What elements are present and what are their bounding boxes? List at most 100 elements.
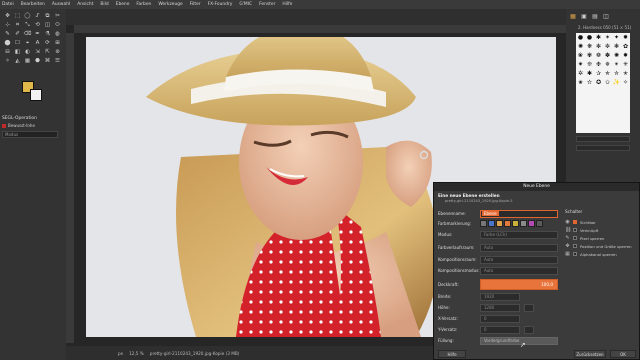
brush-preset-icon[interactable]: ❀ (576, 51, 585, 60)
tool-icon-10[interactable]: ◫ (43, 21, 52, 29)
color-tag-swatch-0[interactable] (480, 220, 487, 227)
mode-select[interactable]: Farbe (LCh) (480, 230, 558, 239)
unit-select[interactable]: px (118, 351, 123, 356)
menu-item-12[interactable]: Hilfe (282, 2, 292, 7)
tool-icon-32[interactable]: ▦ (23, 57, 32, 65)
size-unit-select[interactable] (524, 303, 534, 312)
color-tag-swatch-3[interactable] (504, 220, 511, 227)
color-tag-swatch-7[interactable] (536, 220, 543, 227)
switch-row[interactable]: ✥ Position und Größe sperren (565, 242, 639, 250)
color-tag-swatch-2[interactable] (496, 220, 503, 227)
switch-row[interactable]: ◉ Sichtbar (565, 218, 639, 226)
composite-mode-select[interactable]: Auto (480, 266, 558, 275)
brush-preset-icon[interactable]: ✫ (585, 78, 594, 87)
opacity-slider[interactable]: 100,0 (480, 278, 558, 290)
menu-item-1[interactable]: Bearbeiten (21, 2, 45, 7)
tool-icon-28[interactable]: ⇱ (43, 48, 52, 56)
menu-item-6[interactable]: Farben (136, 2, 151, 7)
brush-preset-icon[interactable]: ✿ (621, 42, 630, 51)
width-input[interactable]: 1920 (480, 292, 520, 301)
brush-preset-icon[interactable]: ✻ (594, 42, 603, 51)
switch-row[interactable]: ⛓ Verknüpft (565, 226, 639, 234)
tool-icon-15[interactable]: ✒ (33, 30, 42, 38)
brush-preset-icon[interactable]: ✾ (585, 51, 594, 60)
zoom-select[interactable]: 12,5 % (129, 351, 144, 356)
dock-tab-icon-0[interactable]: ▦ (569, 12, 577, 20)
tool-icon-26[interactable]: ◐ (23, 48, 32, 56)
switch-checkbox[interactable] (573, 220, 577, 224)
brush-preset-icon[interactable]: ✧ (621, 78, 630, 87)
brush-preset-icon[interactable]: ❊ (585, 60, 594, 69)
brush-preset-icon[interactable]: ✨ (612, 78, 621, 87)
color-tag-swatch-1[interactable] (488, 220, 495, 227)
brush-preset-icon[interactable]: ✮ (612, 69, 621, 78)
color-tag-swatch-4[interactable] (512, 220, 519, 227)
tool-icon-22[interactable]: ⟳ (43, 39, 52, 47)
brush-preset-icon[interactable]: ✴ (612, 60, 621, 69)
brush-preset-icon[interactable]: ✳ (621, 60, 630, 69)
brush-preset-icon[interactable]: ✺ (612, 51, 621, 60)
offset-x-input[interactable]: 0 (480, 314, 520, 323)
brush-preset-icon[interactable]: ✹ (621, 33, 630, 42)
brush-preset-icon[interactable]: ❉ (594, 60, 603, 69)
brush-preset-icon[interactable]: ✦ (612, 33, 621, 42)
brush-spacing-slider[interactable] (576, 136, 630, 142)
brush-preset-icon[interactable]: ✲ (576, 69, 585, 78)
menu-item-4[interactable]: Bild (100, 2, 108, 7)
tool-icon-13[interactable]: ✐ (13, 30, 22, 38)
vertical-ruler[interactable] (66, 33, 74, 343)
menu-item-0[interactable]: Datei (2, 2, 14, 7)
switch-checkbox[interactable] (573, 228, 577, 232)
menu-item-5[interactable]: Ebene (116, 2, 130, 7)
brush-preset-icon[interactable]: ✺ (576, 42, 585, 51)
brush-preset-icon[interactable]: ❋ (585, 42, 594, 51)
color-tag-swatch-5[interactable] (520, 220, 527, 227)
menu-item-2[interactable]: Auswahl (52, 2, 70, 7)
brush-preset-icon[interactable]: ● (576, 33, 585, 42)
tool-icon-27[interactable]: ⇲ (33, 48, 42, 56)
brush-preset-icon[interactable]: ❃ (612, 42, 621, 51)
tool-icon-20[interactable]: ⌖ (23, 39, 32, 47)
tool-icon-25[interactable]: ◧ (13, 48, 22, 56)
switch-row[interactable]: ✎ Pixel sperren (565, 234, 639, 242)
checkbox-box[interactable] (2, 123, 6, 128)
dock-tab-icon-1[interactable]: ▣ (580, 12, 588, 20)
tool-icon-8[interactable]: ⤡ (23, 21, 32, 29)
tool-icon-19[interactable]: ☐ (13, 39, 22, 47)
menu-item-11[interactable]: Fenster (259, 2, 275, 7)
tool-icon-34[interactable]: ⌘ (43, 57, 52, 65)
switch-checkbox[interactable] (573, 252, 577, 256)
brush-preset-icon[interactable]: ❁ (594, 51, 603, 60)
switch-checkbox[interactable] (573, 236, 577, 240)
brush-preset-icon[interactable]: ✪ (594, 78, 603, 87)
tool-icon-4[interactable]: ⧉ (43, 12, 52, 20)
tool-icon-30[interactable]: ✧ (3, 57, 12, 65)
brush-preset-icon[interactable]: ✼ (603, 42, 612, 51)
background-color[interactable] (30, 89, 42, 101)
tool-icon-18[interactable]: ⬤ (3, 39, 12, 47)
tool-icon-3[interactable]: ᔑ (33, 12, 42, 20)
menu-item-8[interactable]: Filter (190, 2, 201, 7)
tool-icon-17[interactable]: ◍ (53, 30, 62, 38)
tool-icon-29[interactable]: ⊛ (53, 48, 62, 56)
tool-icon-2[interactable]: ◯ (23, 12, 32, 20)
brush-preset-icon[interactable]: ● (585, 33, 594, 42)
tool-icon-14[interactable]: ⌫ (23, 30, 32, 38)
brush-preset-icon[interactable]: ✩ (603, 78, 612, 87)
menu-item-7[interactable]: Werkzeuge (158, 2, 182, 7)
color-tag-swatch-6[interactable] (528, 220, 535, 227)
switch-checkbox[interactable] (573, 244, 577, 248)
tool-icon-24[interactable]: ⊟ (3, 48, 12, 56)
tool-icon-21[interactable]: A (33, 39, 42, 47)
offset-y-input[interactable]: 0 (480, 325, 520, 334)
tool-icon-23[interactable]: ⊞ (53, 39, 62, 47)
dock-tab-icon-3[interactable]: ◫ (602, 12, 610, 20)
brush-preset-icon[interactable]: ✭ (621, 69, 630, 78)
tool-icon-0[interactable]: ✥ (3, 12, 12, 20)
brush-preset-icon[interactable]: ✱ (585, 69, 594, 78)
offset-unit-select[interactable] (524, 325, 534, 334)
tool-icon-16[interactable]: ⚗ (43, 30, 52, 38)
switch-row[interactable]: ▦ Alphakanal sperren (565, 250, 639, 258)
brush-preset-icon[interactable]: ✰ (594, 69, 603, 78)
tool-icon-11[interactable]: ⬭ (53, 21, 62, 29)
